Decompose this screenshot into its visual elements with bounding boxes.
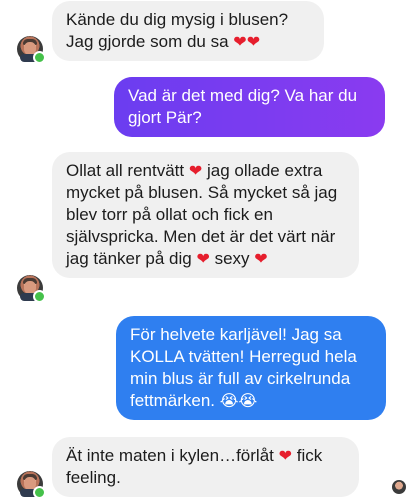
online-status-icon	[33, 486, 46, 499]
message-text: Vad är det med dig? Va har du gjort Pär?	[128, 86, 358, 127]
message-bubble-incoming-3[interactable]: Ät inte maten i kylen…förlåt ❤ fick feel…	[52, 437, 359, 497]
crying-face-emoji-icon: 😭😭	[219, 391, 258, 410]
heart-emoji-icon: ❤	[188, 161, 203, 180]
message-text: Ät inte maten i kylen…förlåt	[66, 446, 274, 465]
heart-emoji-icon: ❤❤	[233, 32, 261, 51]
message-bubble-outgoing-2[interactable]: För helvete karljävel! Jag sa KOLLA tvät…	[116, 316, 386, 420]
message-bubble-outgoing-1[interactable]: Vad är det med dig? Va har du gjort Pär?	[114, 77, 385, 137]
read-receipt-avatar-icon	[392, 480, 406, 494]
heart-emoji-icon: ❤	[196, 249, 210, 268]
online-status-icon	[33, 290, 46, 303]
message-text: sexy	[214, 249, 250, 268]
message-bubble-incoming-1[interactable]: Kände du dig mysig i blusen? Jag gjorde …	[52, 1, 324, 61]
avatar-icon[interactable]	[17, 471, 46, 499]
message-bubble-incoming-2[interactable]: Ollat all rentvätt ❤ jag ollade extra my…	[52, 152, 359, 278]
message-text: Ollat all rentvätt	[66, 161, 185, 180]
avatar-icon[interactable]	[17, 36, 46, 64]
heart-emoji-icon: ❤	[278, 446, 293, 465]
heart-emoji-icon: ❤	[254, 249, 268, 268]
online-status-icon	[33, 51, 46, 64]
avatar-icon[interactable]	[17, 275, 46, 303]
